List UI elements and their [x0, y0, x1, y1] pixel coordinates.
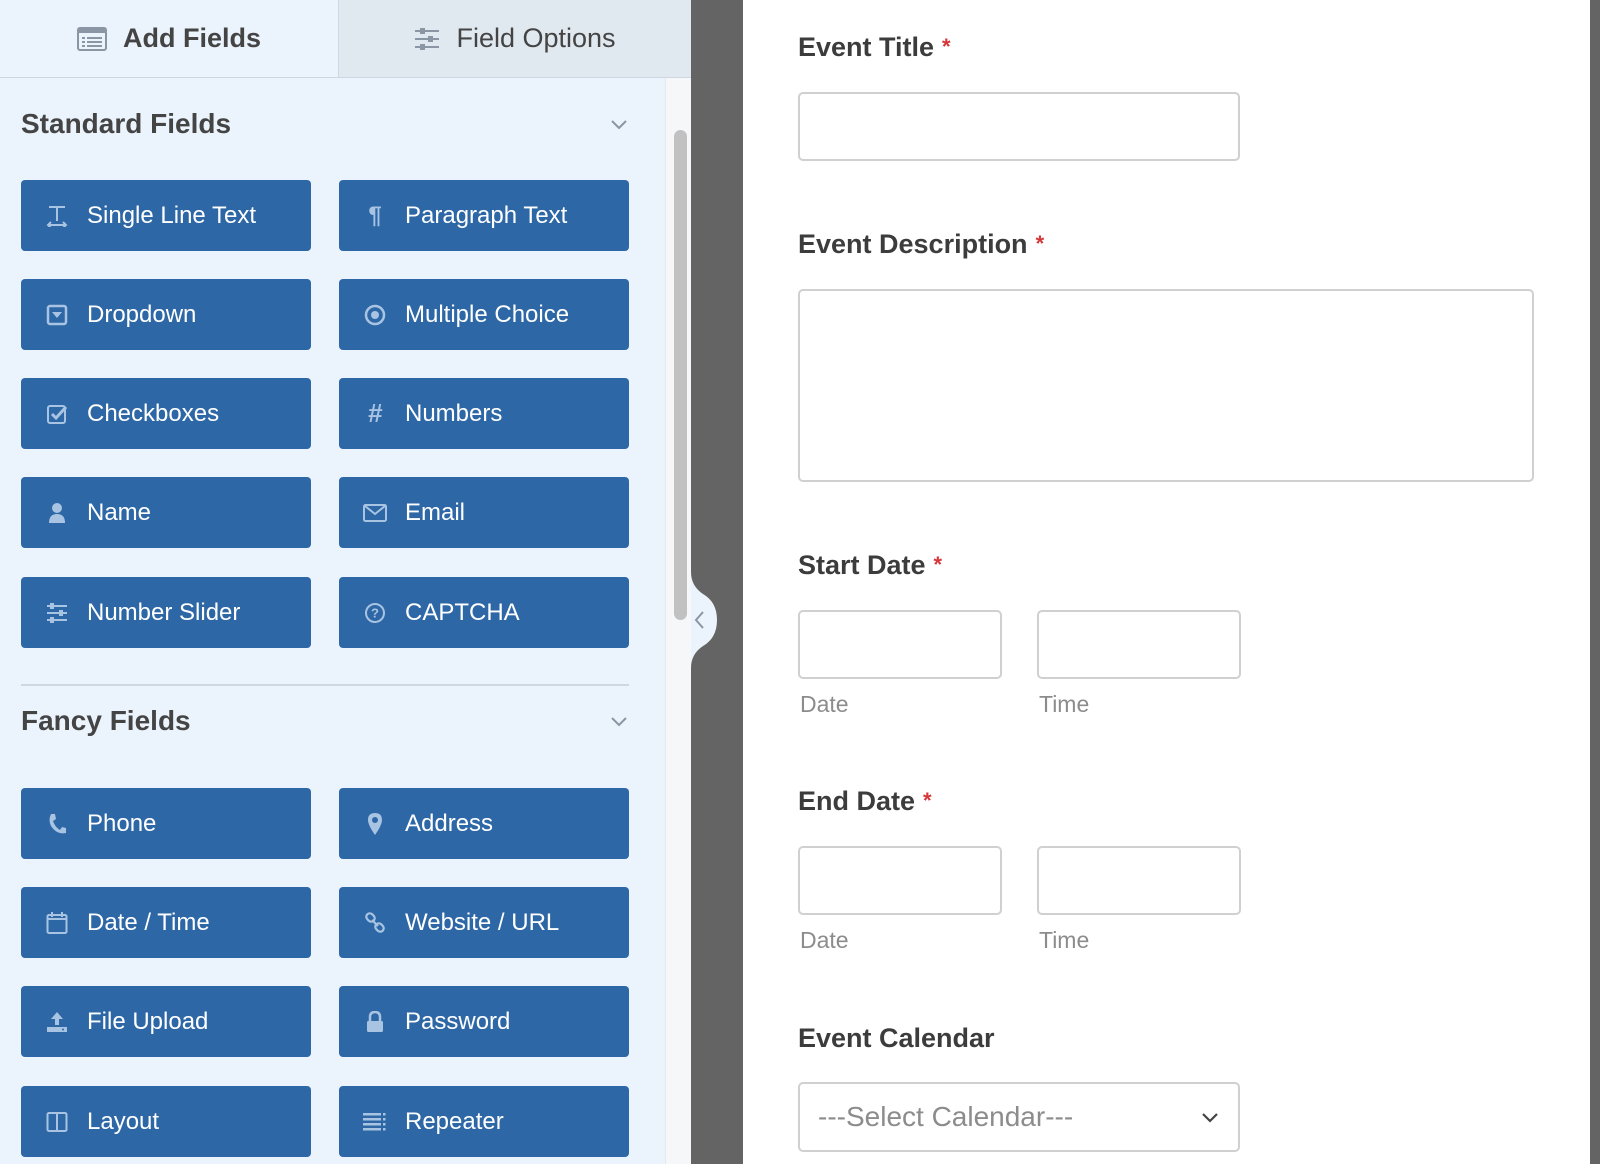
event-calendar-select[interactable]: ---Select Calendar---: [798, 1082, 1240, 1152]
field-button-website-url[interactable]: Website / URL: [339, 887, 629, 958]
field-button-phone[interactable]: Phone: [21, 788, 311, 859]
link-icon: [363, 911, 387, 935]
required-marker: *: [942, 34, 951, 59]
tab-field-options[interactable]: Field Options: [339, 0, 691, 77]
field-button-checkboxes[interactable]: Checkboxes: [21, 378, 311, 449]
end-time-input[interactable]: [1037, 846, 1241, 915]
add-fields-panel: Add Fields Field Options Standard Fields…: [0, 0, 691, 1164]
field-button-name[interactable]: Name: [21, 477, 311, 548]
field-button-paragraph-text[interactable]: ¶ Paragraph Text: [339, 180, 629, 251]
sliders-icon: [45, 601, 69, 625]
field-label: Dropdown: [87, 300, 197, 328]
collapse-panel-button[interactable]: [691, 572, 719, 668]
phone-icon: [45, 812, 69, 836]
end-date-sublabel: Date: [800, 927, 849, 953]
end-date-label: End Date *: [798, 786, 932, 816]
event-title-label: Event Title *: [798, 32, 951, 62]
field-label: File Upload: [87, 1007, 209, 1035]
fancy-fields-header[interactable]: Fancy Fields: [21, 705, 629, 737]
event-title-input[interactable]: [798, 92, 1240, 161]
start-date-sublabel: Date: [800, 691, 849, 717]
field-label: Name: [87, 498, 152, 526]
svg-text:?: ?: [371, 605, 379, 620]
end-time-sublabel: Time: [1039, 927, 1090, 953]
lock-icon: [363, 1010, 387, 1034]
hash-icon: #: [367, 398, 383, 428]
text-cursor-icon: [45, 204, 69, 228]
field-label: Single Line Text: [87, 201, 257, 229]
field-button-dropdown[interactable]: Dropdown: [21, 279, 311, 350]
calendar-icon: [45, 911, 69, 935]
repeater-icon: [363, 1110, 387, 1134]
field-button-password[interactable]: Password: [339, 986, 629, 1057]
question-circle-icon: ?: [363, 601, 387, 625]
dropdown-icon: [45, 303, 69, 327]
event-description-label: Event Description *: [798, 229, 1045, 259]
paragraph-icon: ¶: [368, 201, 382, 229]
tab-field-options-label: Field Options: [456, 23, 616, 53]
envelope-icon: [363, 501, 387, 525]
tab-add-fields[interactable]: Add Fields: [0, 0, 339, 77]
field-label: Layout: [87, 1107, 160, 1135]
field-button-numbers[interactable]: # Numbers: [339, 378, 629, 449]
start-time-input[interactable]: [1037, 610, 1241, 679]
tab-add-fields-label: Add Fields: [122, 23, 261, 53]
field-label: Date / Time: [87, 908, 210, 936]
columns-icon: [45, 1110, 69, 1134]
select-value: ---Select Calendar---: [818, 1101, 1074, 1132]
radio-icon: [363, 303, 387, 327]
start-date-label: Start Date *: [798, 550, 943, 580]
field-button-number-slider[interactable]: Number Slider: [21, 577, 311, 648]
end-date-input[interactable]: [798, 846, 1002, 915]
field-button-single-line-text[interactable]: Single Line Text: [21, 180, 311, 251]
standard-fields-header[interactable]: Standard Fields: [21, 108, 629, 140]
upload-icon: [45, 1010, 69, 1034]
field-label: Email: [405, 498, 466, 526]
field-label: Repeater: [405, 1107, 504, 1135]
field-label: Numbers: [405, 399, 503, 427]
field-label: Address: [405, 809, 494, 837]
start-date-input[interactable]: [798, 610, 1002, 679]
sliders-icon: [414, 26, 440, 52]
field-button-address[interactable]: Address: [339, 788, 629, 859]
checkbox-icon: [45, 402, 69, 426]
field-label: CAPTCHA: [405, 598, 520, 626]
field-button-file-upload[interactable]: File Upload: [21, 986, 311, 1057]
chevron-down-icon[interactable]: [609, 711, 629, 731]
window-edge: [1590, 0, 1600, 1164]
scrollbar-thumb[interactable]: [674, 130, 687, 620]
event-description-textarea[interactable]: [798, 289, 1534, 482]
section-title: Standard Fields: [21, 108, 232, 139]
field-label: Multiple Choice: [405, 300, 570, 328]
required-marker: *: [1035, 231, 1045, 256]
scrollbar-track[interactable]: [665, 78, 691, 1164]
field-label: Paragraph Text: [405, 201, 568, 229]
field-button-repeater[interactable]: Repeater: [339, 1086, 629, 1157]
required-marker: *: [933, 552, 943, 577]
field-label: Phone: [87, 809, 157, 837]
field-button-captcha[interactable]: ? CAPTCHA: [339, 577, 629, 648]
field-button-multiple-choice[interactable]: Multiple Choice: [339, 279, 629, 350]
list-icon: [76, 26, 107, 51]
fields-list: Standard Fields Single Line Text ¶ Parag…: [0, 78, 665, 1164]
field-button-email[interactable]: Email: [339, 477, 629, 548]
field-button-date-time[interactable]: Date / Time: [21, 887, 311, 958]
field-label: Password: [405, 1007, 511, 1035]
chevron-down-icon[interactable]: [609, 114, 629, 134]
required-marker: *: [923, 788, 932, 813]
field-label: Website / URL: [405, 908, 560, 936]
map-pin-icon: [363, 812, 387, 836]
section-title: Fancy Fields: [21, 705, 191, 736]
field-button-layout[interactable]: Layout: [21, 1086, 311, 1157]
event-calendar-label: Event Calendar: [798, 1023, 995, 1053]
section-divider: [21, 684, 629, 686]
form-preview: Event Title * Event Description * Start Da…: [743, 0, 1590, 1164]
panel-tabs: Add Fields Field Options: [0, 0, 691, 78]
field-label: Number Slider: [87, 598, 241, 626]
start-time-sublabel: Time: [1039, 691, 1090, 717]
user-icon: [45, 501, 69, 525]
chevron-down-icon: [1202, 1113, 1218, 1123]
field-label: Checkboxes: [87, 399, 220, 427]
